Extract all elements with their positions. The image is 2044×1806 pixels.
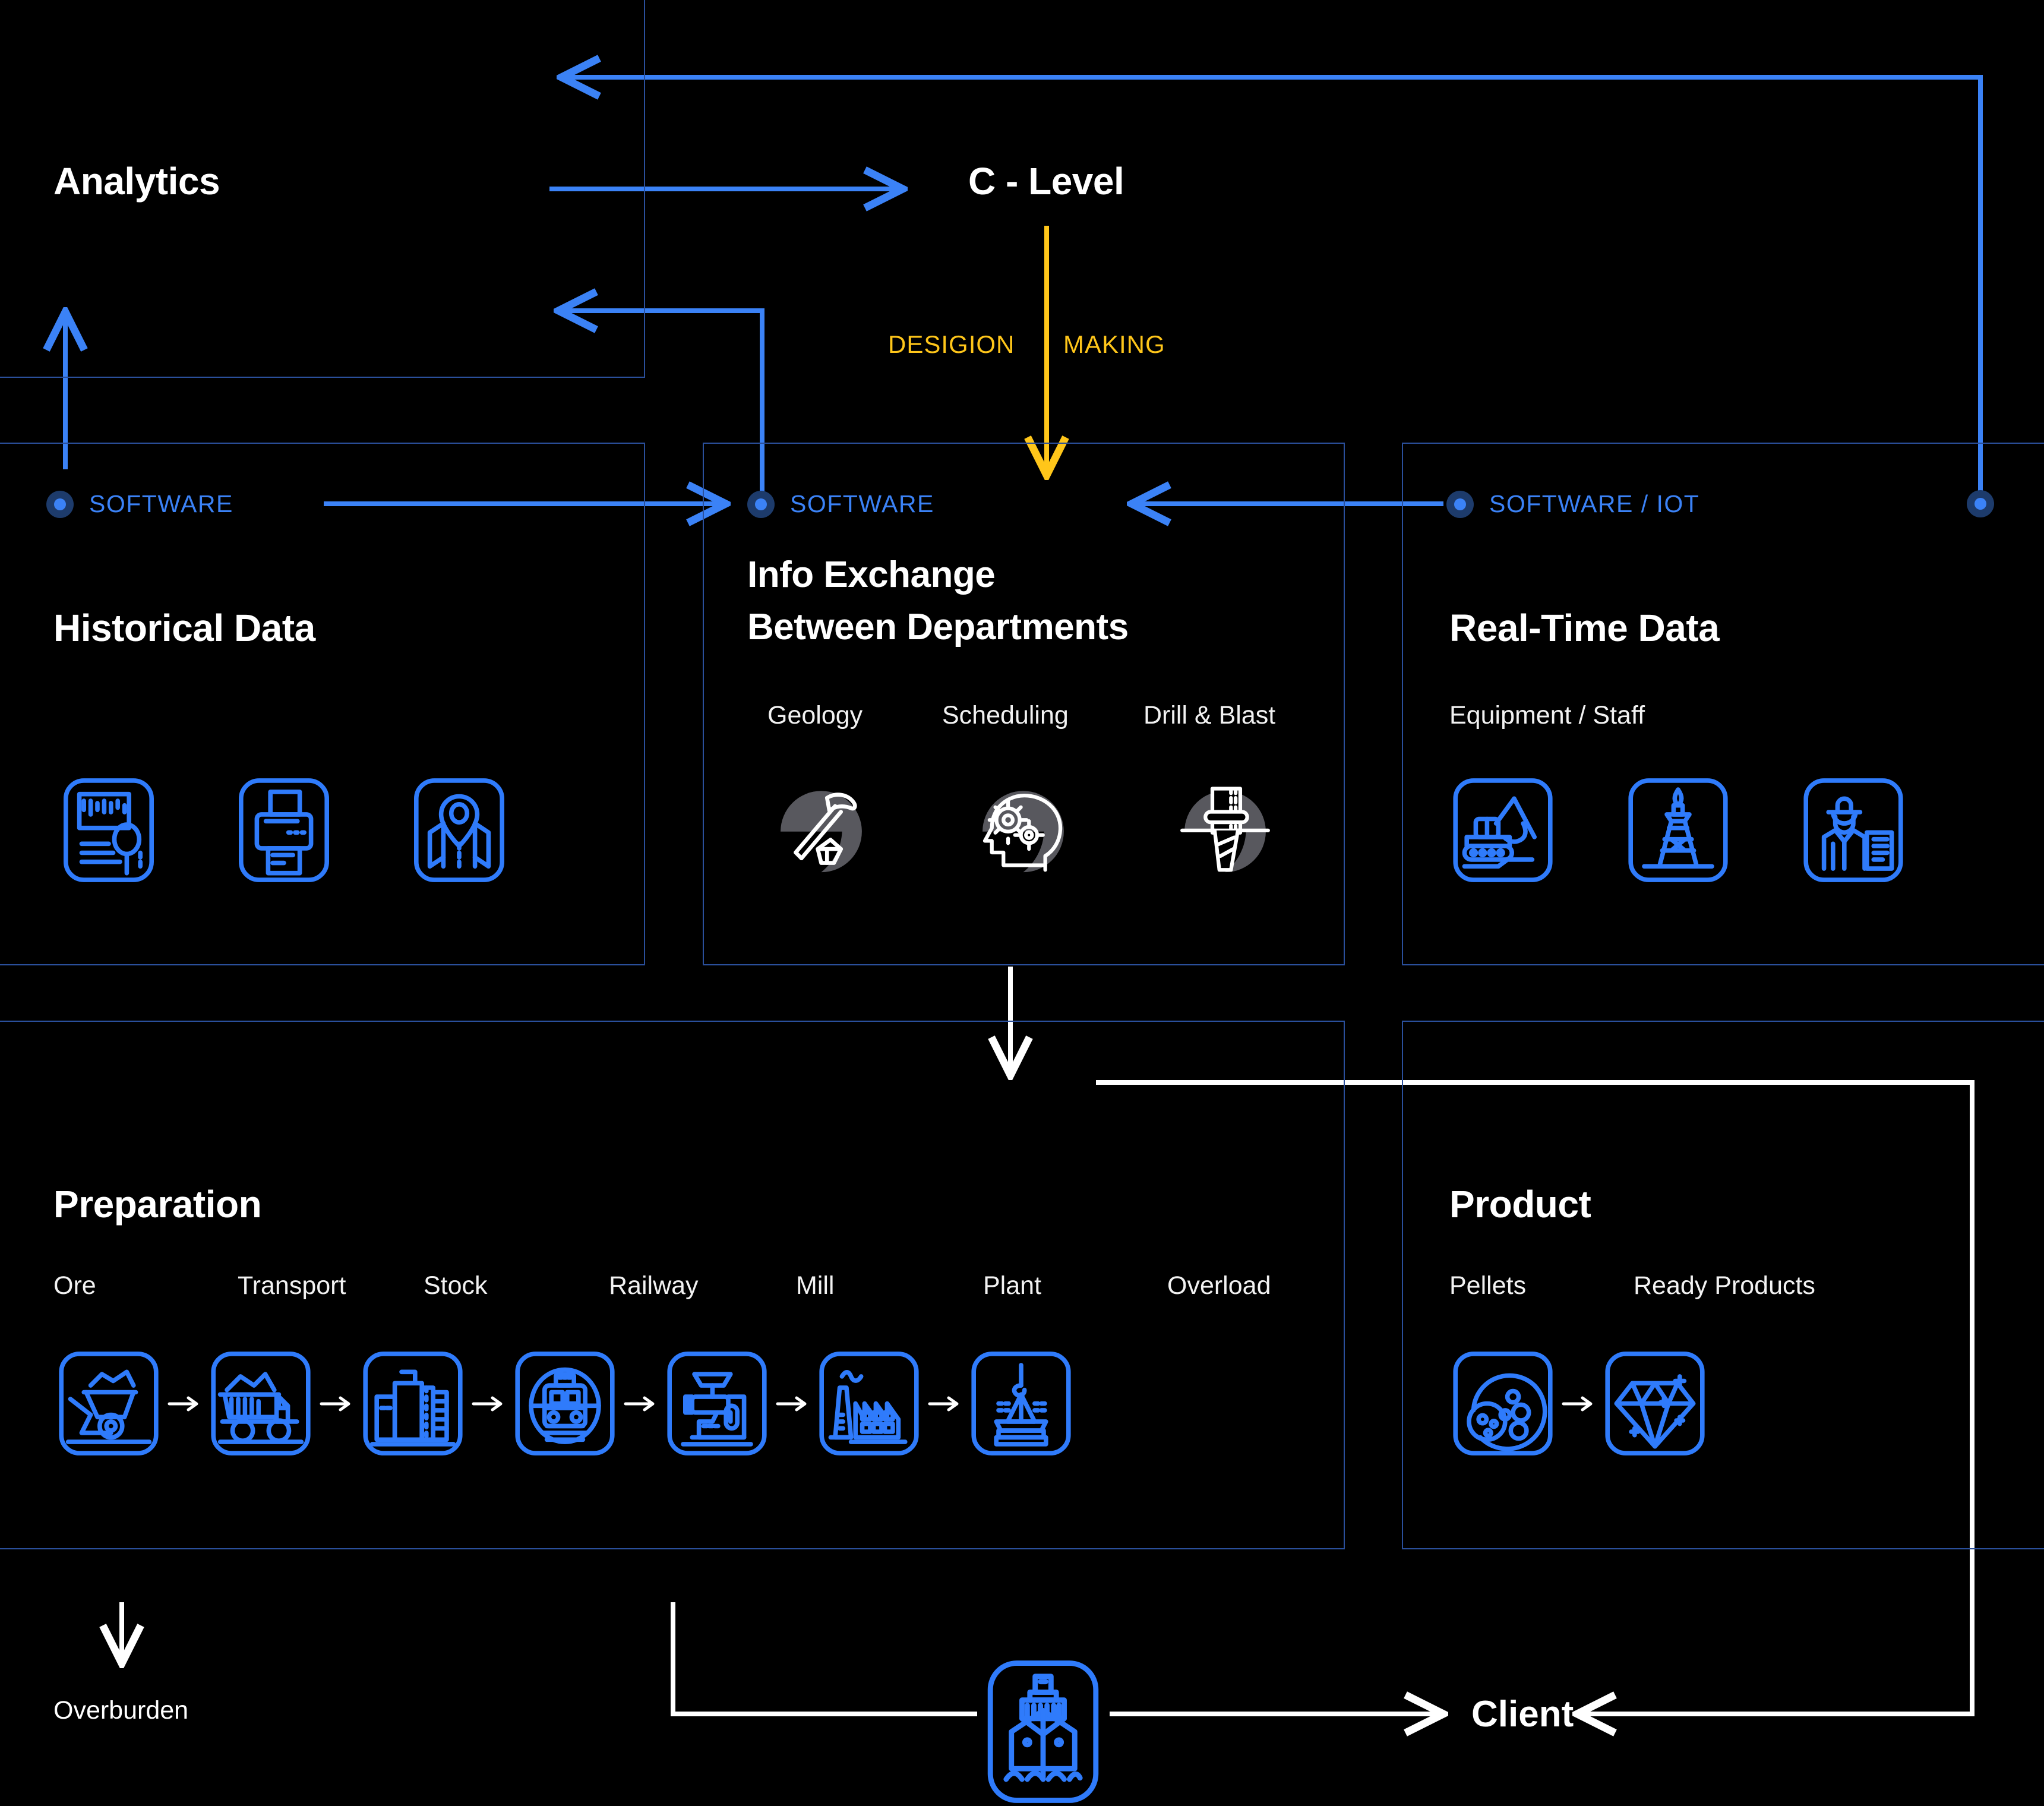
- pipeline-arrow: [925, 1346, 965, 1461]
- connector-preparation-to-ship: [671, 1602, 977, 1716]
- prep-step-label-stock: Stock: [424, 1271, 488, 1300]
- panel-title-info-exchange-line1: Info Exchange: [747, 554, 996, 595]
- department-icon-row: [757, 766, 1289, 885]
- client-label: Client: [1471, 1694, 1574, 1735]
- software-node-icon: [747, 490, 775, 518]
- worker-clipboard-icon[interactable]: [1797, 772, 1910, 888]
- realtime-right-node-icon: [1967, 490, 1994, 517]
- pipeline-arrow: [469, 1346, 508, 1461]
- drill-rig-icon[interactable]: [1622, 772, 1735, 888]
- ore-cart-icon[interactable]: [52, 1346, 165, 1461]
- document-search-icon[interactable]: [52, 772, 165, 888]
- realtime-icon-row: [1446, 772, 1910, 888]
- info-exchange-header: SOFTWARE: [747, 490, 934, 518]
- prep-step-label-overload: Overload: [1167, 1271, 1271, 1300]
- info-exchange-tag: SOFTWARE: [790, 490, 934, 517]
- diamond-icon[interactable]: [1598, 1346, 1711, 1461]
- map-pin-icon[interactable]: [403, 772, 516, 888]
- preparation-pipeline: [52, 1346, 1078, 1461]
- prep-step-label-ore: Ore: [53, 1271, 96, 1300]
- decision-making-label-left: DESIGION: [888, 330, 1015, 358]
- drill-bit-icon[interactable]: [1161, 766, 1289, 885]
- diagram-canvas: Analytics C - Level DESIGION MAKING SOFT…: [0, 0, 2044, 1803]
- pipeline-arrow: [621, 1346, 661, 1461]
- prep-step-label-plant: Plant: [983, 1271, 1042, 1300]
- department-label-geology: Geology: [767, 701, 863, 730]
- historical-tag: SOFTWARE: [89, 490, 233, 517]
- pipeline-arrow: [165, 1346, 204, 1461]
- printer-icon[interactable]: [228, 772, 340, 888]
- ship-icon[interactable]: [977, 1657, 1109, 1806]
- pipeline-arrow: [1559, 1346, 1598, 1461]
- mill-icon[interactable]: [661, 1346, 773, 1461]
- overburden-label: Overburden: [53, 1696, 189, 1725]
- crane-load-icon[interactable]: [965, 1346, 1078, 1461]
- pickaxe-gem-icon[interactable]: [757, 766, 885, 885]
- realtime-subtitle: Equipment / Staff: [1449, 701, 1645, 730]
- prep-step-label-transport: Transport: [238, 1271, 346, 1300]
- product-pipeline: [1446, 1346, 1711, 1461]
- historical-icon-row: [52, 772, 516, 888]
- realtime-header: SOFTWARE / IOT: [1446, 490, 1699, 518]
- panel-title-product: Product: [1449, 1183, 1591, 1226]
- prep-step-label-railway: Railway: [609, 1271, 699, 1300]
- dump-truck-icon[interactable]: [204, 1346, 317, 1461]
- pipeline-arrow: [317, 1346, 356, 1461]
- software-node-icon: [46, 490, 74, 518]
- historical-header: SOFTWARE: [46, 490, 233, 518]
- train-icon[interactable]: [508, 1346, 621, 1461]
- product-step-label-ready-products: Ready Products: [1634, 1271, 1815, 1300]
- excavator-icon[interactable]: [1446, 772, 1559, 888]
- department-label-scheduling: Scheduling: [942, 701, 1069, 730]
- pellets-icon[interactable]: [1446, 1346, 1559, 1461]
- factory-icon[interactable]: [813, 1346, 925, 1461]
- page-title-clevel: C - Level: [968, 160, 1124, 203]
- panel-title-preparation: Preparation: [53, 1183, 262, 1226]
- decision-making-label-right: MAKING: [1063, 330, 1165, 358]
- connector-realtime-to-analytics: [561, 77, 1983, 502]
- realtime-tag: SOFTWARE / IOT: [1489, 490, 1700, 517]
- software-iot-node-icon: [1446, 490, 1474, 518]
- page-title-analytics: Analytics: [53, 160, 220, 203]
- silo-icon[interactable]: [356, 1346, 469, 1461]
- product-step-label-pellets: Pellets: [1449, 1271, 1527, 1300]
- head-gears-icon[interactable]: [959, 766, 1087, 885]
- panel-title-info-exchange-line2: Between Departments: [747, 607, 1129, 648]
- department-label-drill-blast: Drill & Blast: [1143, 701, 1276, 730]
- panel-title-realtime: Real-Time Data: [1449, 607, 1720, 649]
- pipeline-arrow: [773, 1346, 813, 1461]
- prep-step-label-mill: Mill: [796, 1271, 835, 1300]
- panel-title-historical: Historical Data: [53, 607, 315, 649]
